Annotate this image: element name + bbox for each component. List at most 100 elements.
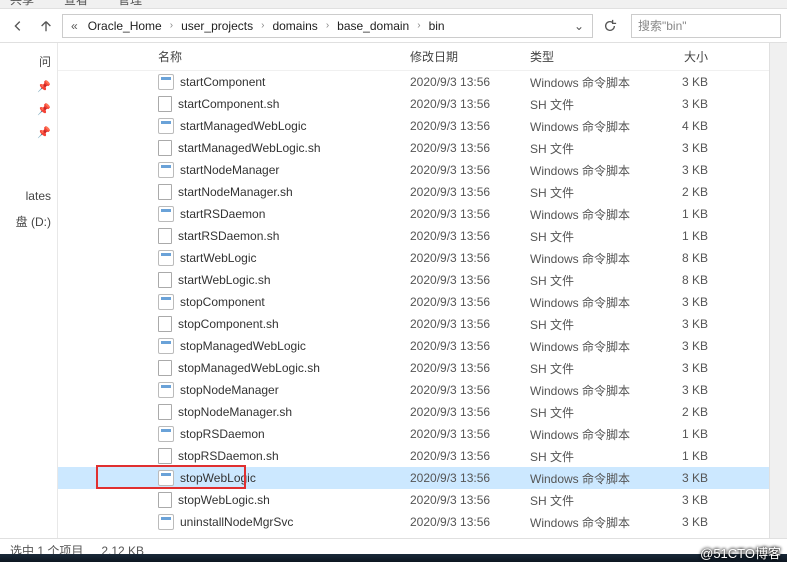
cmd-file-icon	[158, 74, 174, 90]
file-size: 2 KB	[648, 405, 708, 419]
cmd-file-icon	[158, 514, 174, 530]
file-row[interactable]: stopNodeManager2020/9/3 13:56Windows 命令脚…	[58, 379, 769, 401]
ribbon-tabs: 共享 查看 管理	[0, 0, 787, 9]
file-row[interactable]: startRSDaemon.sh2020/9/3 13:56SH 文件1 KB	[58, 225, 769, 247]
breadcrumb-part[interactable]: domains	[266, 17, 323, 35]
file-row[interactable]: startComponent2020/9/3 13:56Windows 命令脚本…	[58, 71, 769, 93]
file-row[interactable]: startRSDaemon2020/9/3 13:56Windows 命令脚本1…	[58, 203, 769, 225]
file-row[interactable]: stopWebLogic2020/9/3 13:56Windows 命令脚本3 …	[58, 467, 769, 489]
file-size: 8 KB	[648, 251, 708, 265]
file-date: 2020/9/3 13:56	[410, 449, 530, 463]
file-row[interactable]: stopRSDaemon2020/9/3 13:56Windows 命令脚本1 …	[58, 423, 769, 445]
breadcrumb-part[interactable]: bin	[423, 17, 451, 35]
file-row[interactable]: stopWebLogic.sh2020/9/3 13:56SH 文件3 KB	[58, 489, 769, 511]
file-row[interactable]: startNodeManager.sh2020/9/3 13:56SH 文件2 …	[58, 181, 769, 203]
file-type: SH 文件	[530, 316, 648, 333]
file-type: SH 文件	[530, 228, 648, 245]
search-input[interactable]: 搜索"bin"	[631, 14, 781, 38]
refresh-button[interactable]	[597, 14, 623, 38]
chevron-right-icon: ›	[324, 20, 331, 31]
file-row[interactable]: stopRSDaemon.sh2020/9/3 13:56SH 文件1 KB	[58, 445, 769, 467]
file-row[interactable]: startManagedWebLogic2020/9/3 13:56Window…	[58, 115, 769, 137]
file-date: 2020/9/3 13:56	[410, 207, 530, 221]
file-type: Windows 命令脚本	[530, 206, 648, 223]
taskbar	[0, 554, 787, 562]
chevron-down-icon[interactable]: ⌄	[570, 19, 588, 33]
cmd-file-icon	[158, 118, 174, 134]
file-date: 2020/9/3 13:56	[410, 317, 530, 331]
nav-pane[interactable]: 问 📌 📌 📌 lates 盘 (D:)	[0, 43, 58, 538]
file-date: 2020/9/3 13:56	[410, 295, 530, 309]
file-name: stopNodeManager	[180, 383, 279, 397]
cmd-file-icon	[158, 382, 174, 398]
header-size[interactable]: 大小	[648, 48, 708, 65]
file-size: 2 KB	[648, 185, 708, 199]
file-icon	[158, 272, 172, 288]
file-size: 3 KB	[648, 141, 708, 155]
file-row[interactable]: startNodeManager2020/9/3 13:56Windows 命令…	[58, 159, 769, 181]
file-row[interactable]: stopNodeManager.sh2020/9/3 13:56SH 文件2 K…	[58, 401, 769, 423]
file-row[interactable]: startWebLogic.sh2020/9/3 13:56SH 文件8 KB	[58, 269, 769, 291]
chevron-right-icon: ›	[415, 20, 422, 31]
file-row[interactable]: startComponent.sh2020/9/3 13:56SH 文件3 KB	[58, 93, 769, 115]
file-row[interactable]: startWebLogic2020/9/3 13:56Windows 命令脚本8…	[58, 247, 769, 269]
nav-up-button[interactable]	[34, 14, 58, 38]
file-row[interactable]: stopComponent.sh 2020/9/3 13:56SH 文件3 KB	[58, 313, 769, 335]
nav-bar: « Oracle_Home› user_projects› domains› b…	[0, 9, 787, 43]
cmd-file-icon	[158, 294, 174, 310]
cmd-file-icon	[158, 338, 174, 354]
file-row[interactable]: uninstallNodeMgrSvc2020/9/3 13:56Windows…	[58, 511, 769, 533]
file-row[interactable]: stopManagedWebLogic2020/9/3 13:56Windows…	[58, 335, 769, 357]
file-date: 2020/9/3 13:56	[410, 515, 530, 529]
file-size: 1 KB	[648, 449, 708, 463]
breadcrumb-part[interactable]: base_domain	[331, 17, 415, 35]
breadcrumb-part[interactable]: user_projects	[175, 17, 259, 35]
scrollbar[interactable]	[769, 43, 787, 538]
nav-back-button[interactable]	[6, 14, 30, 38]
file-size: 8 KB	[648, 273, 708, 287]
cmd-file-icon	[158, 426, 174, 442]
file-name: stopManagedWebLogic.sh	[178, 361, 320, 375]
column-headers[interactable]: 名称 修改日期 类型 大小	[58, 43, 769, 71]
file-icon	[158, 360, 172, 376]
nav-item[interactable]: 问	[0, 43, 57, 70]
file-list[interactable]: 名称 修改日期 类型 大小 startComponent2020/9/3 13:…	[58, 43, 769, 538]
file-size: 1 KB	[648, 207, 708, 221]
cmd-file-icon	[158, 162, 174, 178]
file-size: 1 KB	[648, 427, 708, 441]
file-type: SH 文件	[530, 184, 648, 201]
header-type[interactable]: 类型	[530, 48, 648, 65]
breadcrumb-part[interactable]: Oracle_Home	[82, 17, 168, 35]
file-icon	[158, 316, 172, 332]
file-date: 2020/9/3 13:56	[410, 427, 530, 441]
file-size: 3 KB	[648, 163, 708, 177]
tab-share[interactable]: 共享	[10, 0, 34, 8]
file-date: 2020/9/3 13:56	[410, 185, 530, 199]
file-type: SH 文件	[530, 272, 648, 289]
file-type: SH 文件	[530, 448, 648, 465]
file-size: 3 KB	[648, 515, 708, 529]
file-row[interactable]: stopComponent2020/9/3 13:56Windows 命令脚本3…	[58, 291, 769, 313]
file-date: 2020/9/3 13:56	[410, 141, 530, 155]
header-date[interactable]: 修改日期	[410, 48, 530, 65]
nav-item[interactable]: lates	[0, 179, 57, 203]
nav-item[interactable]: 盘 (D:)	[0, 203, 57, 230]
file-name: stopComponent.sh	[178, 317, 279, 331]
pin-icon: 📌	[0, 116, 57, 139]
file-date: 2020/9/3 13:56	[410, 471, 530, 485]
file-name: stopWebLogic.sh	[178, 493, 270, 507]
breadcrumb-overflow[interactable]: «	[67, 19, 82, 33]
file-size: 3 KB	[648, 317, 708, 331]
tab-manage[interactable]: 管理	[118, 0, 142, 8]
file-icon	[158, 492, 172, 508]
file-date: 2020/9/3 13:56	[410, 163, 530, 177]
tab-view[interactable]: 查看	[64, 0, 88, 8]
header-name[interactable]: 名称	[158, 48, 410, 65]
cmd-file-icon	[158, 470, 174, 486]
cmd-file-icon	[158, 250, 174, 266]
pin-icon: 📌	[0, 70, 57, 93]
breadcrumb[interactable]: « Oracle_Home› user_projects› domains› b…	[62, 14, 593, 38]
file-row[interactable]: stopManagedWebLogic.sh2020/9/3 13:56SH 文…	[58, 357, 769, 379]
file-type: Windows 命令脚本	[530, 162, 648, 179]
file-row[interactable]: startManagedWebLogic.sh2020/9/3 13:56SH …	[58, 137, 769, 159]
